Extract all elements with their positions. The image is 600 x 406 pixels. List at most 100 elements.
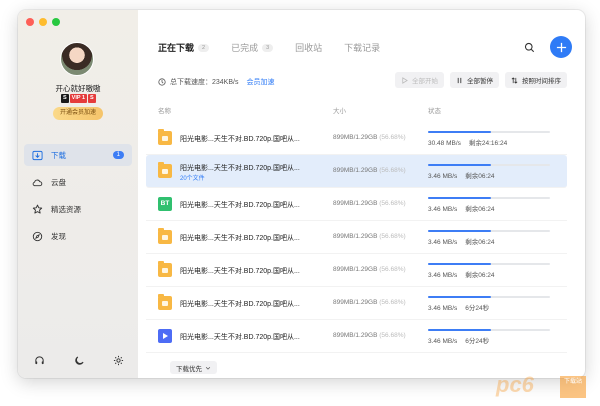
sidebar: 开心就好嗷嗷 S VIP 1 S 开通会员加速 下载 1 云盘 精选资源 发现 — [18, 10, 138, 378]
close-button[interactable] — [26, 18, 34, 26]
compass-icon — [32, 231, 43, 241]
priority-label: 下载优先 — [176, 365, 202, 373]
add-task-button[interactable] — [550, 36, 572, 58]
start-all-label: 全部开始 — [412, 78, 438, 85]
progress-bar — [428, 230, 550, 232]
sidebar-item-download[interactable]: 下载 1 — [24, 144, 132, 166]
progress-bar — [428, 296, 550, 298]
minimize-button[interactable] — [39, 18, 47, 26]
download-tabs: 正在下载 2 已完成 3 回收站 下载记录 — [158, 41, 380, 54]
search-button[interactable] — [519, 37, 539, 57]
plus-icon — [556, 42, 566, 52]
tab-history[interactable]: 下载记录 — [344, 41, 380, 54]
sort-label: 按照时间排序 — [522, 78, 561, 85]
sidebar-nav: 下载 1 云盘 精选资源 发现 — [24, 144, 132, 252]
vip-speedup-link[interactable]: 会员加速 — [246, 77, 274, 87]
folder-icon — [158, 228, 172, 244]
tab-downloading[interactable]: 正在下载 2 — [158, 41, 210, 54]
download-row[interactable]: 阳光电影...天生不对.BD.720p.国吧从... 899MB/1.29GB (… — [146, 122, 567, 155]
file-size: 899MB/1.29GB (56.68%) — [333, 332, 406, 339]
remaining-time: 剩余06:24 — [465, 239, 495, 246]
file-size: 899MB/1.29GB (56.68%) — [333, 200, 406, 207]
download-row[interactable]: 阳光电影...天生不对.BD.720p.国吧从... 899MB/1.29GB (… — [146, 254, 567, 287]
file-size: 899MB/1.29GB (56.68%) — [333, 266, 406, 273]
folder-icon — [158, 261, 172, 277]
size-percent: (56.68%) — [379, 167, 406, 174]
total-speed-bar: 总下载速度：234KB/s 会员加速 — [158, 77, 274, 87]
download-status: 3.46 MB/s 6分24秒 — [428, 335, 489, 345]
folder-icon — [158, 129, 172, 145]
file-size: 899MB/1.29GB (56.68%) — [333, 299, 406, 306]
tab-label: 回收站 — [295, 43, 323, 53]
file-name: 阳光电影...天生不对.BD.720p.国吧从... — [180, 301, 300, 308]
tab-recycle-bin[interactable]: 回收站 — [295, 41, 322, 54]
file-size: 899MB/1.29GB (56.68%) — [333, 233, 406, 240]
progress-fill — [428, 131, 492, 133]
super-badge: S — [88, 94, 96, 103]
main-panel: 正在下载 2 已完成 3 回收站 下载记录 总下载速度：234KB/s 会员加速 — [138, 10, 585, 378]
column-header-status: 状态 — [428, 108, 441, 115]
progress-bar — [428, 164, 550, 166]
download-status: 3.46 MB/s 剩余06:24 — [428, 269, 495, 279]
pause-all-button[interactable]: 全部暂停 — [450, 72, 499, 88]
remaining-time: 6分24秒 — [465, 338, 490, 345]
download-row[interactable]: BT 阳光电影...天生不对.BD.720p.国吧从... 899MB/1.29GB… — [146, 188, 567, 221]
vip-upgrade-button[interactable]: 开通会员加速 — [53, 107, 103, 120]
file-count[interactable]: 20个文件 — [180, 173, 205, 182]
download-row[interactable]: 阳光电影...天生不对.BD.720p.国吧从... 899MB/1.29GB (… — [146, 320, 567, 353]
file-name: 阳光电影...天生不对.BD.720p.国吧从... — [180, 165, 300, 172]
progress-bar — [428, 131, 550, 133]
progress-fill — [428, 296, 492, 298]
username: 开心就好嗷嗷 — [55, 84, 101, 93]
size-text: 899MB/1.29GB — [333, 200, 378, 207]
toolbar: 全部开始 全部暂停 按照时间排序 — [395, 72, 567, 88]
progress-bar — [428, 329, 550, 331]
moon-icon[interactable] — [74, 355, 85, 366]
size-text: 899MB/1.29GB — [333, 167, 378, 174]
priority-dropdown[interactable]: 下载优先 — [170, 361, 217, 374]
tab-completed[interactable]: 已完成 3 — [231, 41, 274, 54]
sidebar-item-label: 下载 — [51, 150, 66, 160]
size-text: 899MB/1.29GB — [333, 266, 378, 273]
progress-bar — [428, 197, 550, 199]
table-header: 名称 大小 状态 — [158, 105, 567, 117]
download-row[interactable]: 阳光电影...天生不对.BD.720p.国吧从... 899MB/1.29GB (… — [146, 287, 567, 320]
download-speed: 3.46 MB/s — [428, 206, 458, 213]
file-name: 阳光电影...天生不对.BD.720p.国吧从... — [180, 334, 300, 341]
size-percent: (56.68%) — [379, 134, 406, 141]
download-speed: 3.46 MB/s — [428, 272, 458, 279]
file-size: 899MB/1.29GB (56.68%) — [333, 167, 406, 174]
bt-file-icon: BT — [158, 197, 172, 211]
play-icon — [402, 76, 408, 84]
file-name: 阳光电影...天生不对.BD.720p.国吧从... — [180, 202, 300, 209]
download-row[interactable]: 阳光电影...天生不对.BD.720p.国吧从... 20个文件 899MB/1.2… — [146, 155, 567, 188]
remaining-time: 6分24秒 — [465, 305, 490, 312]
tab-label: 正在下载 — [158, 43, 195, 53]
folder-icon — [158, 294, 172, 310]
sidebar-item-discover[interactable]: 发现 — [24, 225, 132, 247]
star-icon — [32, 204, 43, 214]
tab-label: 已完成 — [231, 43, 259, 53]
speed-icon — [158, 78, 166, 86]
download-speed: 3.46 MB/s — [428, 305, 458, 312]
maximize-button[interactable] — [52, 18, 60, 26]
sort-button[interactable]: 按照时间排序 — [505, 72, 567, 88]
search-icon — [524, 42, 534, 52]
headset-icon[interactable] — [34, 355, 45, 366]
vip-badge: VIP 1 — [69, 94, 88, 103]
gear-icon[interactable] — [113, 355, 124, 366]
sidebar-item-featured[interactable]: 精选资源 — [24, 198, 132, 220]
download-row[interactable]: 阳光电影...天生不对.BD.720p.国吧从... 899MB/1.29GB (… — [146, 221, 567, 254]
remaining-time: 剩余24:16:24 — [468, 140, 508, 147]
start-all-button[interactable]: 全部开始 — [395, 72, 444, 88]
remaining-time: 剩余06:24 — [465, 272, 495, 279]
download-status: 3.46 MB/s 剩余06:24 — [428, 236, 495, 246]
download-status: 3.46 MB/s 6分24秒 — [428, 302, 489, 312]
download-speed: 30.48 MB/s — [428, 140, 461, 147]
sidebar-item-cloud[interactable]: 云盘 — [24, 171, 132, 193]
size-percent: (56.68%) — [379, 200, 406, 207]
column-header-size: 大小 — [333, 108, 346, 115]
tab-count: 2 — [198, 43, 210, 52]
avatar[interactable] — [60, 42, 94, 76]
download-status: 30.48 MB/s 剩余24:16:24 — [428, 137, 507, 147]
